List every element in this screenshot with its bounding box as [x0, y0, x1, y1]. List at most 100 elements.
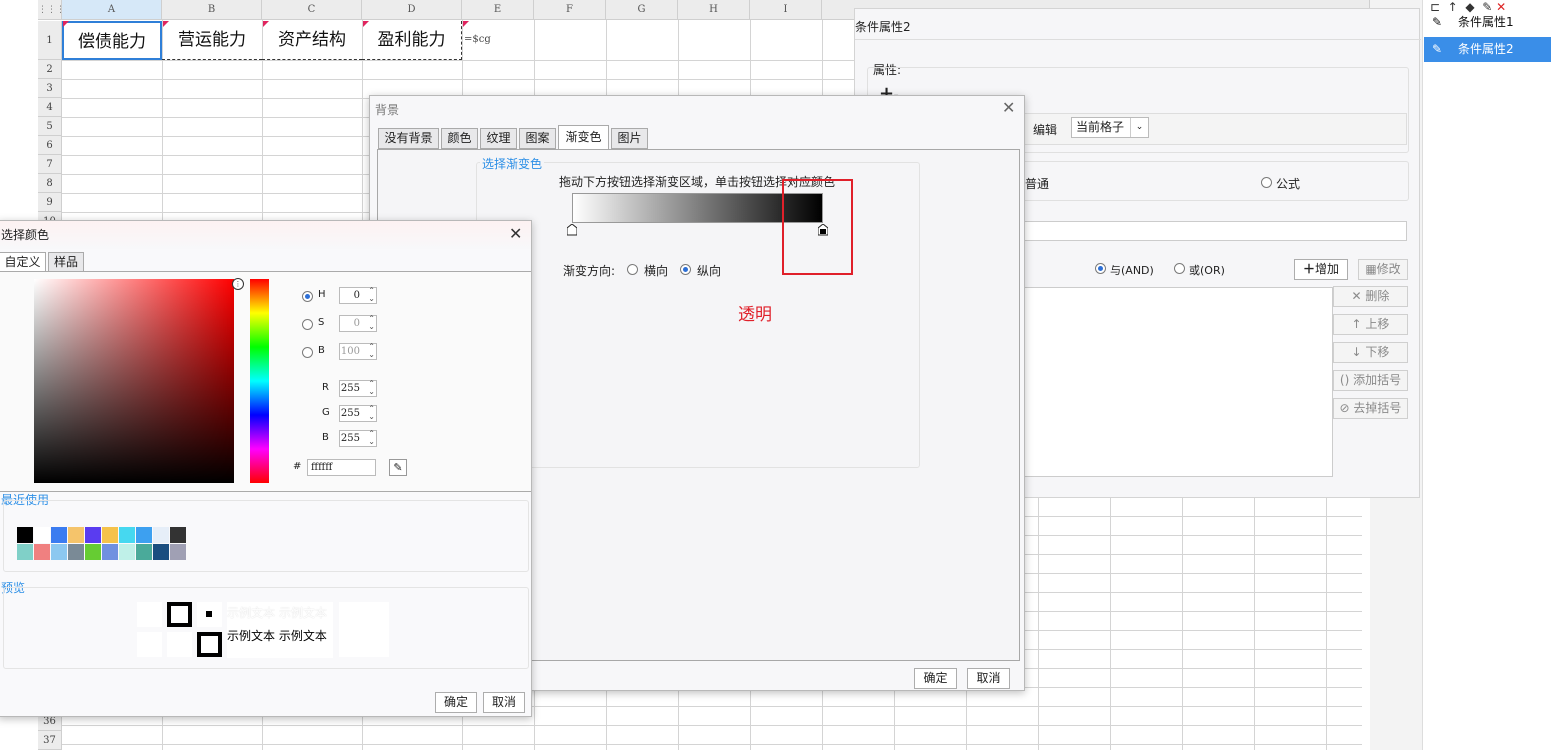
edit-button[interactable]: 编辑 — [1033, 121, 1057, 138]
row-header-6[interactable]: 6 — [38, 136, 62, 155]
preview-box — [197, 632, 222, 657]
condition-value-input[interactable] — [1005, 221, 1407, 241]
recent-color-swatch[interactable] — [85, 544, 101, 560]
add-condition-button[interactable]: ＋增加 — [1294, 259, 1348, 280]
and-radio[interactable] — [1095, 263, 1106, 274]
move-up-button[interactable]: ↑ 上移 — [1333, 314, 1408, 335]
horizontal-label[interactable]: 横向 — [644, 262, 668, 279]
horizontal-radio[interactable] — [627, 264, 638, 275]
remove-parentheses-button[interactable]: ⊘ 去掉括号 — [1333, 398, 1408, 419]
recent-color-swatch[interactable] — [119, 544, 135, 560]
tab-swatches[interactable]: 样品 — [48, 252, 84, 272]
tab-custom[interactable]: 自定义 — [0, 252, 46, 272]
color-cursor-icon[interactable]: ⋮ — [232, 278, 244, 290]
or-radio[interactable] — [1174, 263, 1185, 274]
recent-color-swatch[interactable] — [34, 527, 50, 543]
recent-color-swatch[interactable] — [153, 544, 169, 560]
recent-color-swatch[interactable] — [68, 527, 84, 543]
hex-input[interactable]: ffffff — [307, 459, 376, 476]
formula-radio[interactable] — [1261, 177, 1272, 188]
cancel-button[interactable]: 取消 — [483, 692, 525, 713]
normal-option-label[interactable]: 普通 — [1025, 175, 1049, 192]
ok-button[interactable]: 确定 — [914, 668, 957, 689]
ok-button[interactable]: 确定 — [435, 692, 477, 713]
recent-color-swatch[interactable] — [34, 544, 50, 560]
saturation-brightness-field[interactable] — [34, 279, 234, 483]
row-header-8[interactable]: 8 — [38, 174, 62, 193]
recent-color-swatch[interactable] — [51, 544, 67, 560]
delete-button[interactable]: ✕ 删除 — [1333, 286, 1408, 307]
close-icon[interactable]: ✕ — [1002, 98, 1015, 117]
move-down-button[interactable]: ↓ 下移 — [1333, 342, 1408, 363]
recent-color-swatch[interactable] — [17, 544, 33, 560]
recent-color-swatch[interactable] — [170, 544, 186, 560]
col-header-h[interactable]: H — [678, 0, 750, 20]
condition-list-box[interactable] — [1005, 287, 1333, 477]
col-header-i[interactable]: I — [750, 0, 822, 20]
condition-list-item-2[interactable]: ✎ 条件属性2 — [1424, 37, 1551, 62]
s-input[interactable]: 0 — [339, 315, 377, 332]
h-radio[interactable] — [302, 291, 313, 302]
recent-color-swatch[interactable] — [68, 544, 84, 560]
cell-b1[interactable]: 营运能力 — [162, 21, 262, 60]
col-header-e[interactable]: E — [462, 0, 534, 20]
recent-color-swatch[interactable] — [136, 527, 152, 543]
cell-a1[interactable]: 偿债能力 — [62, 21, 162, 60]
dialog-title: 背景 — [375, 103, 400, 117]
recent-color-swatch[interactable] — [102, 527, 118, 543]
gradient-start-handle[interactable] — [566, 223, 578, 236]
and-label[interactable]: 与(AND) — [1110, 262, 1154, 278]
hue-slider[interactable] — [250, 279, 269, 483]
g-input[interactable]: 255 — [339, 405, 377, 422]
tab-gradient[interactable]: 渐变色 — [558, 125, 609, 150]
close-icon[interactable]: ✕ — [509, 224, 522, 243]
cell-d1[interactable]: 盈利能力 — [362, 21, 462, 60]
row-header-9[interactable]: 9 — [38, 193, 62, 212]
col-header-d[interactable]: D — [362, 0, 462, 20]
condition-list-item-1[interactable]: ✎ 条件属性1 — [1424, 10, 1551, 35]
row-header-5[interactable]: 5 — [38, 117, 62, 136]
row-header-7[interactable]: 7 — [38, 155, 62, 174]
row-header-4[interactable]: 4 — [38, 98, 62, 117]
blue-input[interactable]: 255 — [339, 430, 377, 447]
recent-color-swatch[interactable] — [119, 527, 135, 543]
row-header-1[interactable]: 1 — [38, 21, 62, 60]
tab-texture[interactable]: 纹理 — [480, 128, 517, 149]
col-header-a[interactable]: A — [62, 0, 162, 20]
cell-e1[interactable]: =$cg — [464, 34, 491, 45]
select-all-corner[interactable]: ⋮⋮⋮ — [38, 0, 65, 20]
row-header-2[interactable]: 2 — [38, 60, 62, 79]
vertical-radio[interactable] — [680, 264, 691, 275]
row-header-37[interactable]: 37 — [38, 731, 62, 750]
or-label[interactable]: 或(OR) — [1189, 262, 1225, 278]
b-radio[interactable] — [302, 347, 313, 358]
b-input[interactable]: 100 — [339, 343, 377, 360]
row-header-3[interactable]: 3 — [38, 79, 62, 98]
cell-c1[interactable]: 资产结构 — [262, 21, 362, 60]
h-input[interactable]: 0 — [339, 287, 377, 304]
s-radio[interactable] — [302, 319, 313, 330]
scope-select[interactable]: 当前格子 ⌄ — [1071, 117, 1149, 138]
col-header-f[interactable]: F — [534, 0, 606, 20]
r-input[interactable]: 255 — [339, 380, 377, 397]
recent-color-swatch[interactable] — [153, 527, 169, 543]
tab-no-background[interactable]: 没有背景 — [378, 128, 439, 149]
col-header-c[interactable]: C — [262, 0, 362, 20]
tab-pattern[interactable]: 图案 — [519, 128, 556, 149]
formula-option-label[interactable]: 公式 — [1276, 175, 1300, 192]
col-header-b[interactable]: B — [162, 0, 262, 20]
vertical-label[interactable]: 纵向 — [697, 262, 721, 279]
tab-color[interactable]: 颜色 — [441, 128, 478, 149]
col-header-g[interactable]: G — [606, 0, 678, 20]
recent-color-swatch[interactable] — [136, 544, 152, 560]
modify-condition-button[interactable]: ▦修改 — [1358, 259, 1408, 280]
recent-color-swatch[interactable] — [102, 544, 118, 560]
recent-color-swatch[interactable] — [85, 527, 101, 543]
eyedropper-icon[interactable]: ✎ — [389, 459, 407, 476]
recent-color-swatch[interactable] — [17, 527, 33, 543]
recent-color-swatch[interactable] — [170, 527, 186, 543]
tab-image[interactable]: 图片 — [611, 128, 648, 149]
recent-color-swatch[interactable] — [51, 527, 67, 543]
add-parentheses-button[interactable]: () 添加括号 — [1333, 370, 1408, 391]
cancel-button[interactable]: 取消 — [967, 668, 1010, 689]
